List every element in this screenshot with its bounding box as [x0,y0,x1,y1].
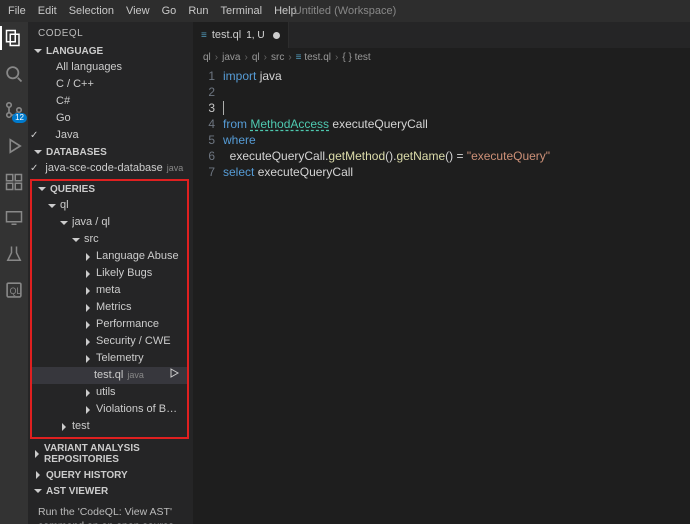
line-gutter: 1234567 [193,68,223,180]
section-ast-viewer[interactable]: AST VIEWER [28,483,193,499]
tree-folder[interactable]: Telemetry [32,350,187,367]
breadcrumb-item[interactable]: { } test [342,52,370,63]
testing-icon[interactable] [4,244,24,264]
tree-folder[interactable]: java / ql [32,214,187,231]
section-label: AST VIEWER [46,486,108,497]
section-label: LANGUAGE [46,46,103,57]
breadcrumb-item[interactable]: ql [203,52,211,63]
tree-folder[interactable]: meta [32,282,187,299]
breadcrumb-item[interactable]: src [271,52,284,63]
breadcrumbs[interactable]: ql›java›ql›src›≡ test.ql›{ } test [193,48,690,66]
menu-item[interactable]: Go [162,5,177,17]
tree-folder[interactable]: ql [32,197,187,214]
breadcrumb-item[interactable]: ql [252,52,260,63]
breadcrumb-item[interactable]: ≡ test.ql [296,52,331,63]
section-label: VARIANT ANALYSIS REPOSITORIES [44,443,189,465]
chevron-right-icon [82,319,94,331]
tab-status: 1, U [246,30,264,41]
section-databases[interactable]: DATABASES [28,144,193,160]
remote-icon[interactable] [4,208,24,228]
tree-folder[interactable]: utils [32,384,187,401]
explorer-icon[interactable] [4,28,24,48]
chevron-right-icon [32,469,44,481]
chevron-down-icon [46,200,58,212]
database-item[interactable]: java-sce-code-databasejava [28,160,193,177]
menu-item[interactable]: File [8,5,26,17]
section-label: QUERY HISTORY [46,470,128,481]
chevron-down-icon [58,217,70,229]
section-query-history[interactable]: QUERY HISTORY [28,467,193,483]
chevron-right-icon [82,285,94,297]
chevron-down-icon [32,146,44,158]
debug-icon[interactable] [4,136,24,156]
source-control-icon[interactable]: 12 [4,100,24,120]
chevron-down-icon [70,234,82,246]
tree-folder[interactable]: Language Abuse [32,248,187,265]
section-label: DATABASES [46,147,107,158]
code-editor[interactable]: 1234567 import javafrom MethodAccess exe… [193,66,690,180]
chevron-right-icon [82,302,94,314]
sidebar: CODEQL LANGUAGE All languagesC / C++C#Go… [28,22,193,524]
codeql-icon[interactable]: QL [4,280,24,300]
extensions-icon[interactable] [4,172,24,192]
chevron-right-icon [82,404,94,416]
chevron-right-icon [82,353,94,365]
language-item[interactable]: C# [28,93,193,110]
workspace-title: Untitled (Workspace) [294,5,397,17]
tree-folder[interactable]: Metrics [32,299,187,316]
chevron-right-icon [82,387,94,399]
section-variant-repos[interactable]: VARIANT ANALYSIS REPOSITORIES [28,441,193,467]
activity-bar: 12 QL [0,22,28,524]
section-language[interactable]: LANGUAGE [28,43,193,59]
section-queries[interactable]: QUERIES [32,181,187,197]
language-item[interactable]: Java [28,127,193,144]
tree-folder[interactable]: src [32,231,187,248]
modified-dot-icon [273,32,280,39]
menu-item[interactable]: View [126,5,150,17]
queries-highlight-box: QUERIES ql java / ql src Language AbuseL… [30,179,189,439]
ast-hint: Run the 'CodeQL: View AST' command on an… [28,499,193,524]
tree-folder[interactable]: Security / CWE [32,333,187,350]
menubar: FileEditSelectionViewGoRunTerminalHelp U… [0,0,690,22]
tab-filename: test.ql [212,29,241,41]
breadcrumb-item[interactable]: java [222,52,240,63]
chevron-down-icon [32,485,44,497]
tree-folder[interactable]: Violations of Best Practice [32,401,187,418]
sidebar-title: CODEQL [28,22,193,43]
ql-file-icon: ≡ [201,30,207,41]
chevron-right-icon [32,448,42,460]
chevron-right-icon [82,268,94,280]
search-icon[interactable] [4,64,24,84]
language-item[interactable]: C / C++ [28,76,193,93]
scm-badge: 12 [12,113,27,123]
menu-item[interactable]: Selection [69,5,114,17]
editor-tab[interactable]: ≡ test.ql 1, U [193,22,289,48]
chevron-right-icon [58,421,70,433]
section-label: QUERIES [50,184,95,195]
menu-item[interactable]: Terminal [221,5,263,17]
tree-folder[interactable]: Performance [32,316,187,333]
editor: ≡ test.ql 1, U ql›java›ql›src›≡ test.ql›… [193,22,690,524]
menu-item[interactable]: Run [188,5,208,17]
chevron-down-icon [36,183,48,195]
language-item[interactable]: Go [28,110,193,127]
menu-item[interactable]: Edit [38,5,57,17]
tree-file-selected[interactable]: test.qljava [32,367,187,384]
play-icon[interactable] [169,368,179,383]
chevron-right-icon [82,336,94,348]
svg-text:QL: QL [10,286,22,296]
code-lines[interactable]: import javafrom MethodAccess executeQuer… [223,68,690,180]
editor-tabs: ≡ test.ql 1, U [193,22,690,48]
chevron-down-icon [32,45,44,57]
language-item[interactable]: All languages [28,59,193,76]
tree-folder[interactable]: test [32,418,187,435]
chevron-right-icon [82,251,94,263]
tree-folder[interactable]: Likely Bugs [32,265,187,282]
